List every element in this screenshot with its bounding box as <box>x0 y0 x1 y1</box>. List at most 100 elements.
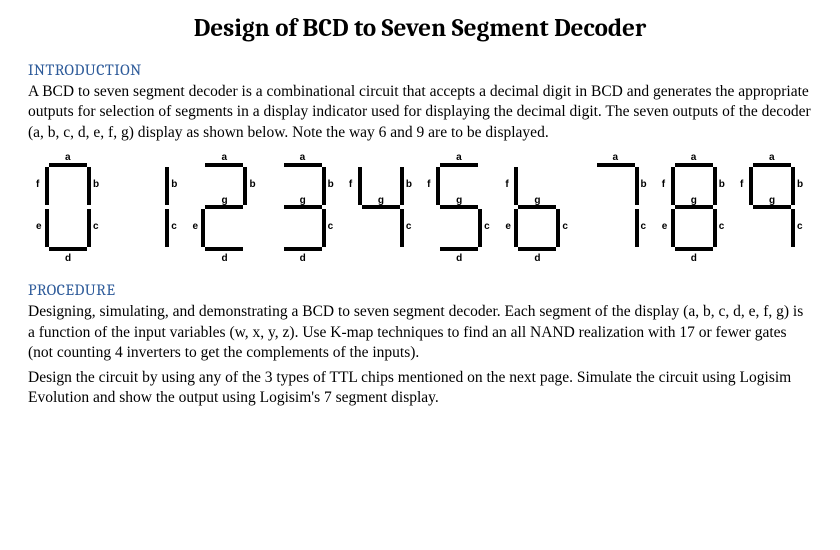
segment-c <box>165 209 169 247</box>
segment-label-e: e <box>36 221 42 232</box>
segment-label-a: a <box>769 152 775 163</box>
segment-label-g: g <box>456 195 462 206</box>
segment-label-d: d <box>691 253 697 264</box>
segment-label-d: d <box>65 253 71 264</box>
segment-label-b: b <box>249 179 255 190</box>
segment-a <box>675 163 713 167</box>
segment-c <box>478 209 482 247</box>
segment-label-g: g <box>769 195 775 206</box>
segment-c <box>635 209 639 247</box>
segment-label-b: b <box>641 179 647 190</box>
segment-label-d: d <box>221 253 227 264</box>
procedure-paragraph-2: Design the circuit by using any of the 3… <box>28 368 812 409</box>
segment-label-g: g <box>378 195 384 206</box>
segment-d <box>49 247 87 251</box>
segment-d <box>205 247 243 251</box>
segment-label-e: e <box>505 221 511 232</box>
segment-a <box>753 163 791 167</box>
segment-f <box>436 167 440 205</box>
page-title: Design of BCD to Seven Segment Decoder <box>28 14 812 43</box>
segment-c <box>322 209 326 247</box>
segment-label-c: c <box>328 221 334 232</box>
intro-paragraph: A BCD to seven segment decoder is a comb… <box>28 82 812 143</box>
segment-e <box>201 209 205 247</box>
segment-b <box>87 167 91 205</box>
segment-c <box>556 209 560 247</box>
segment-a <box>597 163 635 167</box>
segment-label-f: f <box>662 179 665 190</box>
segment-label-c: c <box>562 221 568 232</box>
segment-d <box>284 247 322 251</box>
segment-label-b: b <box>171 179 177 190</box>
segment-d <box>675 247 713 251</box>
segment-label-a: a <box>691 152 697 163</box>
segment-e <box>671 209 675 247</box>
segment-a <box>440 163 478 167</box>
seven-segment-digit-8: a b c d e f g <box>658 153 730 263</box>
segment-label-a: a <box>221 152 227 163</box>
segment-label-f: f <box>36 179 39 190</box>
segment-label-a: a <box>613 152 619 163</box>
seven-segment-digit-2: a b g e d <box>188 153 260 263</box>
segment-label-c: c <box>719 221 725 232</box>
intro-heading: INTRODUCTION <box>28 61 812 79</box>
segment-label-g: g <box>221 195 227 206</box>
procedure-heading: PROCEDURE <box>28 281 812 299</box>
seven-segment-digit-4: f g b c <box>345 153 417 263</box>
segment-b <box>322 167 326 205</box>
seven-segment-digit-6: f g e c d <box>501 153 573 263</box>
segment-label-c: c <box>797 221 803 232</box>
segment-b <box>400 167 404 205</box>
segment-label-b: b <box>797 179 803 190</box>
segment-b <box>243 167 247 205</box>
segment-f <box>358 167 362 205</box>
seven-segment-digit-3: a b g c d <box>267 153 339 263</box>
segment-b <box>713 167 717 205</box>
segment-label-f: f <box>505 179 508 190</box>
segment-label-g: g <box>300 195 306 206</box>
segment-label-b: b <box>719 179 725 190</box>
segment-c <box>713 209 717 247</box>
segment-label-c: c <box>406 221 412 232</box>
segment-e <box>514 209 518 247</box>
segment-label-c: c <box>641 221 647 232</box>
segment-d <box>518 247 556 251</box>
segment-label-e: e <box>662 221 668 232</box>
segment-label-f: f <box>427 179 430 190</box>
seven-segment-digit-row: a b c d e f b c a b g e d a b g c d f g b c a f g c d f g e c d a b c a b c d e… <box>28 153 812 263</box>
segment-label-d: d <box>300 253 306 264</box>
segment-label-a: a <box>456 152 462 163</box>
segment-f <box>671 167 675 205</box>
segment-label-f: f <box>349 179 352 190</box>
segment-c <box>791 209 795 247</box>
segment-b <box>635 167 639 205</box>
segment-f <box>749 167 753 205</box>
segment-label-d: d <box>456 253 462 264</box>
procedure-paragraph-1: Designing, simulating, and demonstrating… <box>28 302 812 363</box>
segment-d <box>440 247 478 251</box>
segment-label-b: b <box>328 179 334 190</box>
segment-label-e: e <box>192 221 198 232</box>
segment-label-g: g <box>534 195 540 206</box>
seven-segment-digit-9: a b c f g <box>736 153 808 263</box>
seven-segment-digit-0: abcdef <box>32 153 104 263</box>
segment-b <box>791 167 795 205</box>
segment-c <box>87 209 91 247</box>
segment-e <box>45 209 49 247</box>
segment-label-c: c <box>171 221 177 232</box>
segment-c <box>400 209 404 247</box>
segment-label-b: b <box>93 179 99 190</box>
segment-f <box>514 167 518 205</box>
segment-b <box>165 167 169 205</box>
segment-label-g: g <box>691 195 697 206</box>
segment-label-f: f <box>740 179 743 190</box>
segment-a <box>49 163 87 167</box>
segment-label-c: c <box>93 221 99 232</box>
segment-a <box>284 163 322 167</box>
segment-label-b: b <box>406 179 412 190</box>
segment-label-a: a <box>300 152 306 163</box>
segment-label-d: d <box>534 253 540 264</box>
segment-a <box>205 163 243 167</box>
seven-segment-digit-5: a f g c d <box>423 153 495 263</box>
segment-label-c: c <box>484 221 490 232</box>
